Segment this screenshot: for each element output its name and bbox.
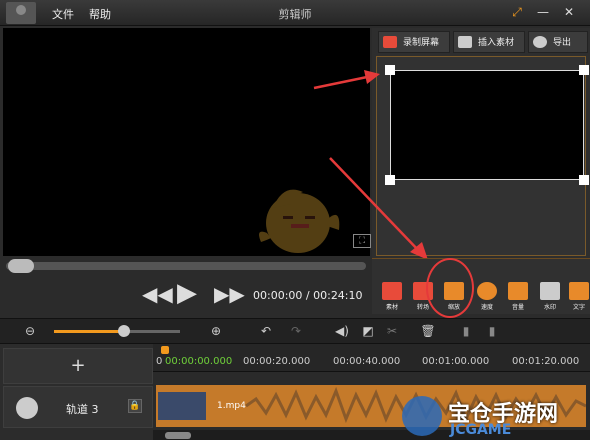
title-bar: 文件 帮助 剪辑师 ⤢ — ✕ <box>0 0 590 26</box>
tool-media[interactable]: 素材 <box>379 282 405 311</box>
play-icon[interactable]: ▶ <box>177 278 197 308</box>
zoom-slider-fill <box>54 330 124 333</box>
tool-transition-label: 转场 <box>416 304 429 311</box>
insert-media-button[interactable]: 插入素材 <box>453 31 525 53</box>
tool-volume-label: 音量 <box>511 304 524 311</box>
levels-icon[interactable]: ▮ <box>484 323 500 339</box>
track-row[interactable]: 轨道 3 🔒 <box>3 386 153 428</box>
resize-handle-bottom-right[interactable] <box>579 175 589 185</box>
resize-handle-top-right[interactable] <box>579 65 589 75</box>
seek-thumb[interactable] <box>8 259 34 273</box>
delete-icon[interactable]: 🗑 <box>420 323 436 339</box>
video-preview: ⛶ <box>3 28 371 256</box>
tool-text[interactable]: 文字 <box>566 282 590 311</box>
zoom-region[interactable] <box>390 70 584 180</box>
restore-icon[interactable]: ⤢ <box>508 3 526 21</box>
ruler-label: 00:01:00.000 <box>422 356 490 367</box>
resize-handle-top-left[interactable] <box>385 65 395 75</box>
tool-text-label: 文字 <box>572 304 585 311</box>
undo-icon[interactable]: ↶ <box>258 323 274 339</box>
time-display: 00:00:00 / 00:24:10 <box>253 289 363 302</box>
timeline-scroll-thumb[interactable] <box>165 432 191 439</box>
tool-speed[interactable]: 速度 <box>474 282 500 311</box>
highlight-circle <box>426 258 474 318</box>
playhead-marker[interactable] <box>161 346 169 354</box>
pen-icon <box>569 282 589 300</box>
tool-speed-label: 速度 <box>480 304 493 311</box>
clip-name: 1.mp4 <box>217 401 246 411</box>
track-name: 轨道 3 <box>66 403 99 416</box>
crop-icon[interactable]: ◩ <box>360 323 376 339</box>
fullscreen-icon[interactable]: ⛶ <box>353 234 371 248</box>
clip-thumbnail <box>158 392 206 420</box>
site-watermark: 宝仓手游网 JCGAME <box>400 392 590 440</box>
window-title: 剪辑师 <box>278 8 312 21</box>
tool-media-label: 素材 <box>385 304 398 311</box>
record-screen-button[interactable]: 录制屏幕 <box>378 31 450 53</box>
camera-icon <box>383 36 397 48</box>
ruler-label: 00:00:40.000 <box>333 356 401 367</box>
mascot-image <box>259 189 340 253</box>
redo-icon[interactable]: ↷ <box>288 323 304 339</box>
zoom-out-icon[interactable]: ⊖ <box>22 323 38 339</box>
ruler-label: 00:00:00.000 <box>165 356 233 367</box>
stamp-icon <box>540 282 560 300</box>
image-icon <box>458 36 472 48</box>
time-separator: / <box>302 289 314 302</box>
lock-icon[interactable]: 🔒 <box>128 399 142 413</box>
record-screen-label: 录制屏幕 <box>403 38 440 48</box>
minimize-icon[interactable]: — <box>534 3 552 21</box>
playhead-label: 0 <box>156 356 163 367</box>
insert-media-label: 插入素材 <box>478 38 515 48</box>
zoom-in-icon[interactable]: ⊕ <box>208 323 224 339</box>
watermark-subtext: JCGAME <box>450 422 512 438</box>
film-reel-icon <box>16 397 38 419</box>
ruler-label: 00:01:20.000 <box>512 356 580 367</box>
close-icon[interactable]: ✕ <box>560 3 578 21</box>
bars-icon[interactable]: ▮ <box>458 323 474 339</box>
cut-icon[interactable]: ✂ <box>384 323 400 339</box>
tool-volume[interactable]: 音量 <box>505 282 531 311</box>
seek-bar[interactable] <box>6 262 366 270</box>
watermark-logo <box>402 396 442 436</box>
speed-icon <box>477 282 497 300</box>
rewind-icon[interactable]: ◀◀ <box>142 282 173 306</box>
ruler-label: 00:00:20.000 <box>243 356 311 367</box>
export-button[interactable]: 导出 <box>528 31 588 53</box>
camera-icon <box>382 282 402 300</box>
add-track-button[interactable]: + <box>3 348 153 384</box>
tool-watermark[interactable]: 水印 <box>537 282 563 311</box>
fast-forward-icon[interactable]: ▶▶ <box>214 282 245 306</box>
current-time: 00:00:00 <box>253 289 303 302</box>
film-reel-icon <box>533 36 547 48</box>
audio-icon[interactable]: ◀) <box>334 323 350 339</box>
tool-watermark-label: 水印 <box>543 304 556 311</box>
volume-icon <box>508 282 528 300</box>
resize-handle-bottom-left[interactable] <box>385 175 395 185</box>
export-label: 导出 <box>553 38 572 48</box>
zoom-slider-thumb[interactable] <box>118 325 130 337</box>
total-time: 00:24:10 <box>313 289 363 302</box>
